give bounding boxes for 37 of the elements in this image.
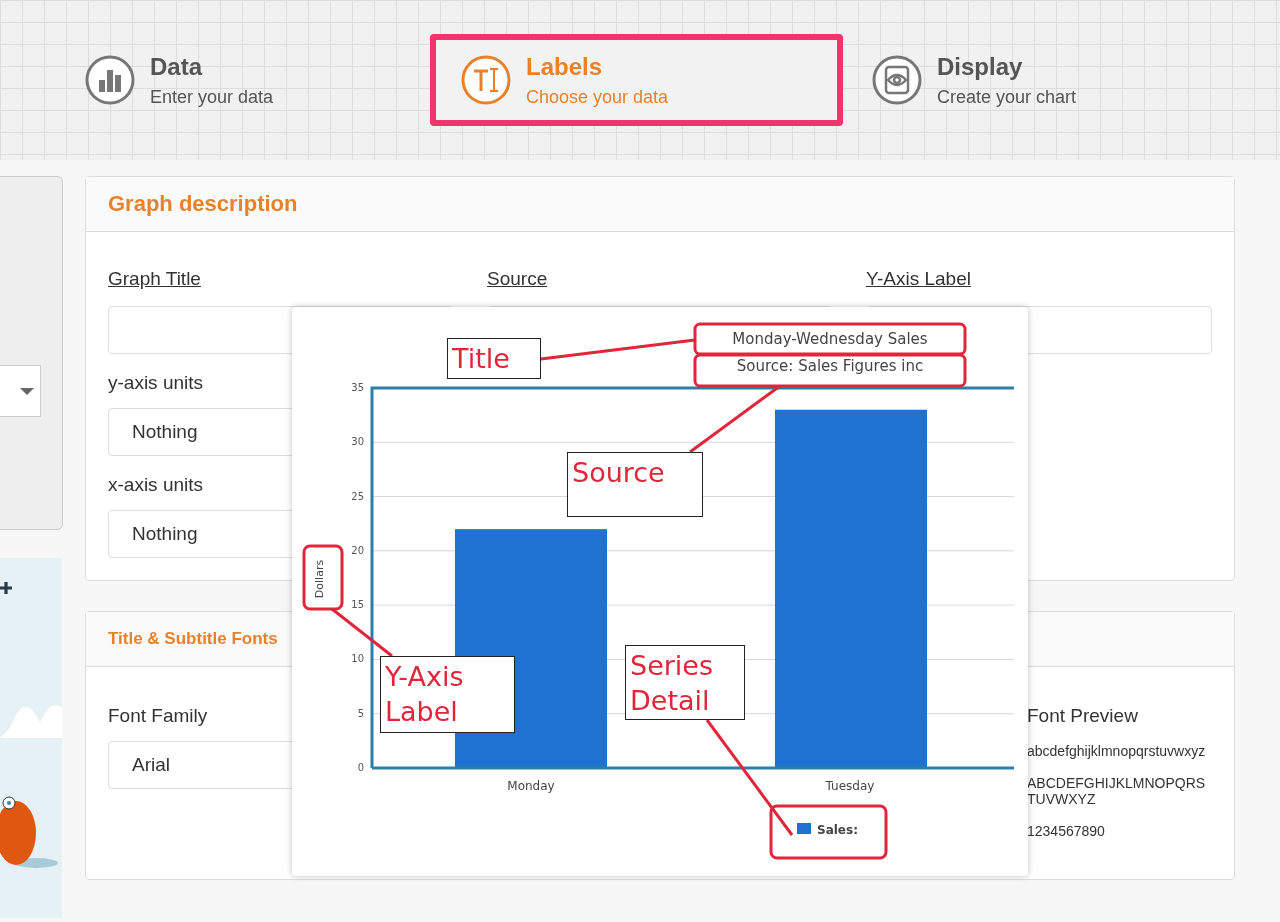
step-tab[interactable]: Data Enter your data — [78, 34, 430, 126]
callout-label: Y-Axis Label — [380, 656, 515, 733]
axis-tick-label: 25 — [351, 490, 364, 502]
axis-tick-label: 20 — [351, 544, 364, 556]
eye-icon — [871, 54, 923, 106]
axis-tick-label: 10 — [351, 653, 364, 665]
legend-label: Sales: — [817, 823, 858, 837]
chart-subtitle: Source: Sales Figures inc — [736, 357, 924, 375]
field-label: Font Preview — [1027, 705, 1138, 727]
callout-label: Title — [447, 338, 541, 379]
axis-title: Dollars — [313, 559, 326, 599]
text-cursor-icon — [460, 54, 512, 106]
axis-tick-label: 5 — [357, 707, 364, 719]
font-preview-text: abcdefghijklmnopqrstuvwxyz — [1027, 743, 1207, 759]
field-label: x-axis units — [108, 474, 204, 496]
axis-tick-label: 0 — [357, 762, 364, 773]
callout-label: Source — [567, 452, 703, 517]
field-label: Y-Axis Label — [866, 268, 972, 290]
axis-tick-label: 35 — [351, 382, 364, 393]
bar-chart-icon — [84, 54, 136, 106]
category-label: Tuesday — [825, 779, 875, 793]
caret-icon — [20, 387, 34, 395]
axis-tick-label: 15 — [351, 599, 364, 611]
font-preview-text: ABCDEFGHIJKLMNOPQRSTUVWXYZ — [1027, 775, 1207, 807]
font-preview-text: 1234567890 — [1027, 823, 1106, 839]
callout-label: Series Detail — [625, 645, 745, 720]
dropdown-field[interactable] — [0, 365, 41, 417]
axis-tick-label: 30 — [351, 436, 364, 448]
chart-title: Monday-Wednesday Sales — [732, 330, 928, 348]
field-label: y-axis units — [108, 372, 204, 394]
category-label: Monday — [507, 779, 555, 793]
field-label: Font Family — [108, 705, 208, 727]
step-tab[interactable]: Display Create your chart — [865, 34, 1217, 126]
highlight-frame — [302, 544, 344, 611]
field-label: Source — [487, 268, 549, 290]
panel-title: Graph description — [86, 177, 1234, 232]
field-label: Graph Title — [108, 268, 202, 290]
